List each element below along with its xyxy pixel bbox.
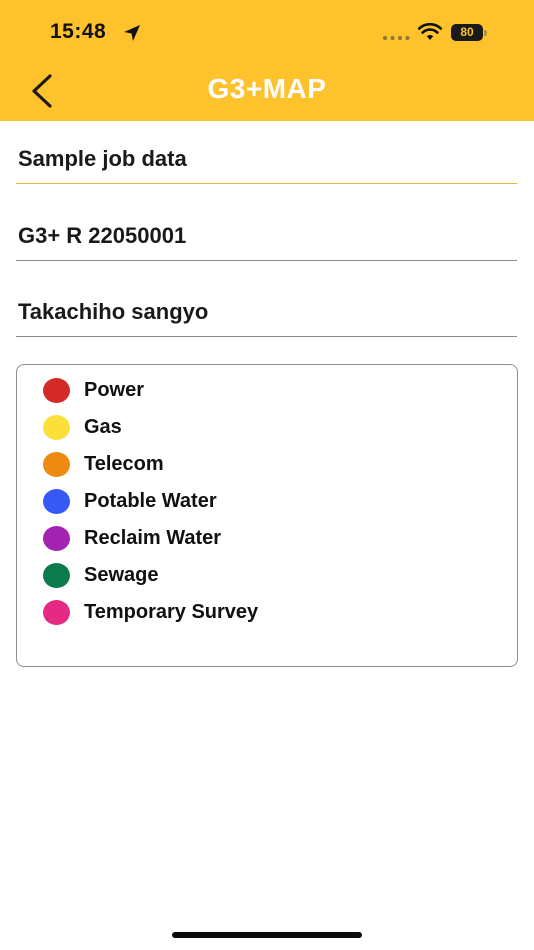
home-indicator[interactable]	[172, 932, 362, 938]
company-field[interactable]: Takachiho sangyo	[16, 297, 517, 337]
legend-item-temporary-survey: Temporary Survey	[43, 600, 483, 626]
legend-item-potable-water: Potable Water	[43, 489, 483, 515]
legend-label: Temporary Survey	[84, 601, 259, 623]
app-header: 15:48 80 G3+MAP	[0, 0, 534, 121]
location-arrow-icon	[124, 25, 140, 41]
gas-color-dot	[43, 415, 70, 440]
legend-label: Gas	[84, 416, 122, 438]
legend-label: Telecom	[84, 453, 164, 475]
status-time: 15:48	[50, 20, 107, 43]
job-name-value: Sample job data	[18, 146, 187, 171]
legend-label: Potable Water	[84, 490, 217, 512]
legend-item-telecom: Telecom	[43, 452, 483, 478]
legend-label: Reclaim Water	[84, 527, 222, 549]
company-value: Takachiho sangyo	[18, 299, 209, 324]
temporary-survey-color-dot	[43, 600, 70, 625]
legend-item-sewage: Sewage	[43, 563, 483, 589]
power-color-dot	[43, 378, 70, 403]
potable-water-color-dot	[43, 489, 70, 514]
legend-label: Sewage	[84, 564, 159, 586]
legend-item-gas: Gas	[43, 415, 483, 441]
battery-level: 80	[460, 25, 474, 39]
job-id-field[interactable]: G3+ R 22050001	[16, 221, 517, 261]
sewage-color-dot	[43, 563, 70, 588]
utility-legend: Power Gas Telecom Potable Water Reclaim …	[16, 364, 518, 667]
telecom-color-dot	[43, 452, 70, 477]
page-title: G3+MAP	[207, 73, 327, 104]
job-id-value: G3+ R 22050001	[18, 223, 187, 248]
reclaim-water-color-dot	[43, 526, 70, 551]
signal-dots-icon	[383, 36, 410, 40]
wifi-icon	[418, 23, 442, 40]
legend-item-power: Power	[43, 378, 483, 404]
legend-item-reclaim-water: Reclaim Water	[43, 526, 483, 552]
status-bar: 15:48 80	[0, 0, 534, 66]
legend-label: Power	[84, 379, 145, 401]
battery-icon: 80	[451, 24, 487, 41]
job-name-field[interactable]: Sample job data	[16, 144, 517, 184]
